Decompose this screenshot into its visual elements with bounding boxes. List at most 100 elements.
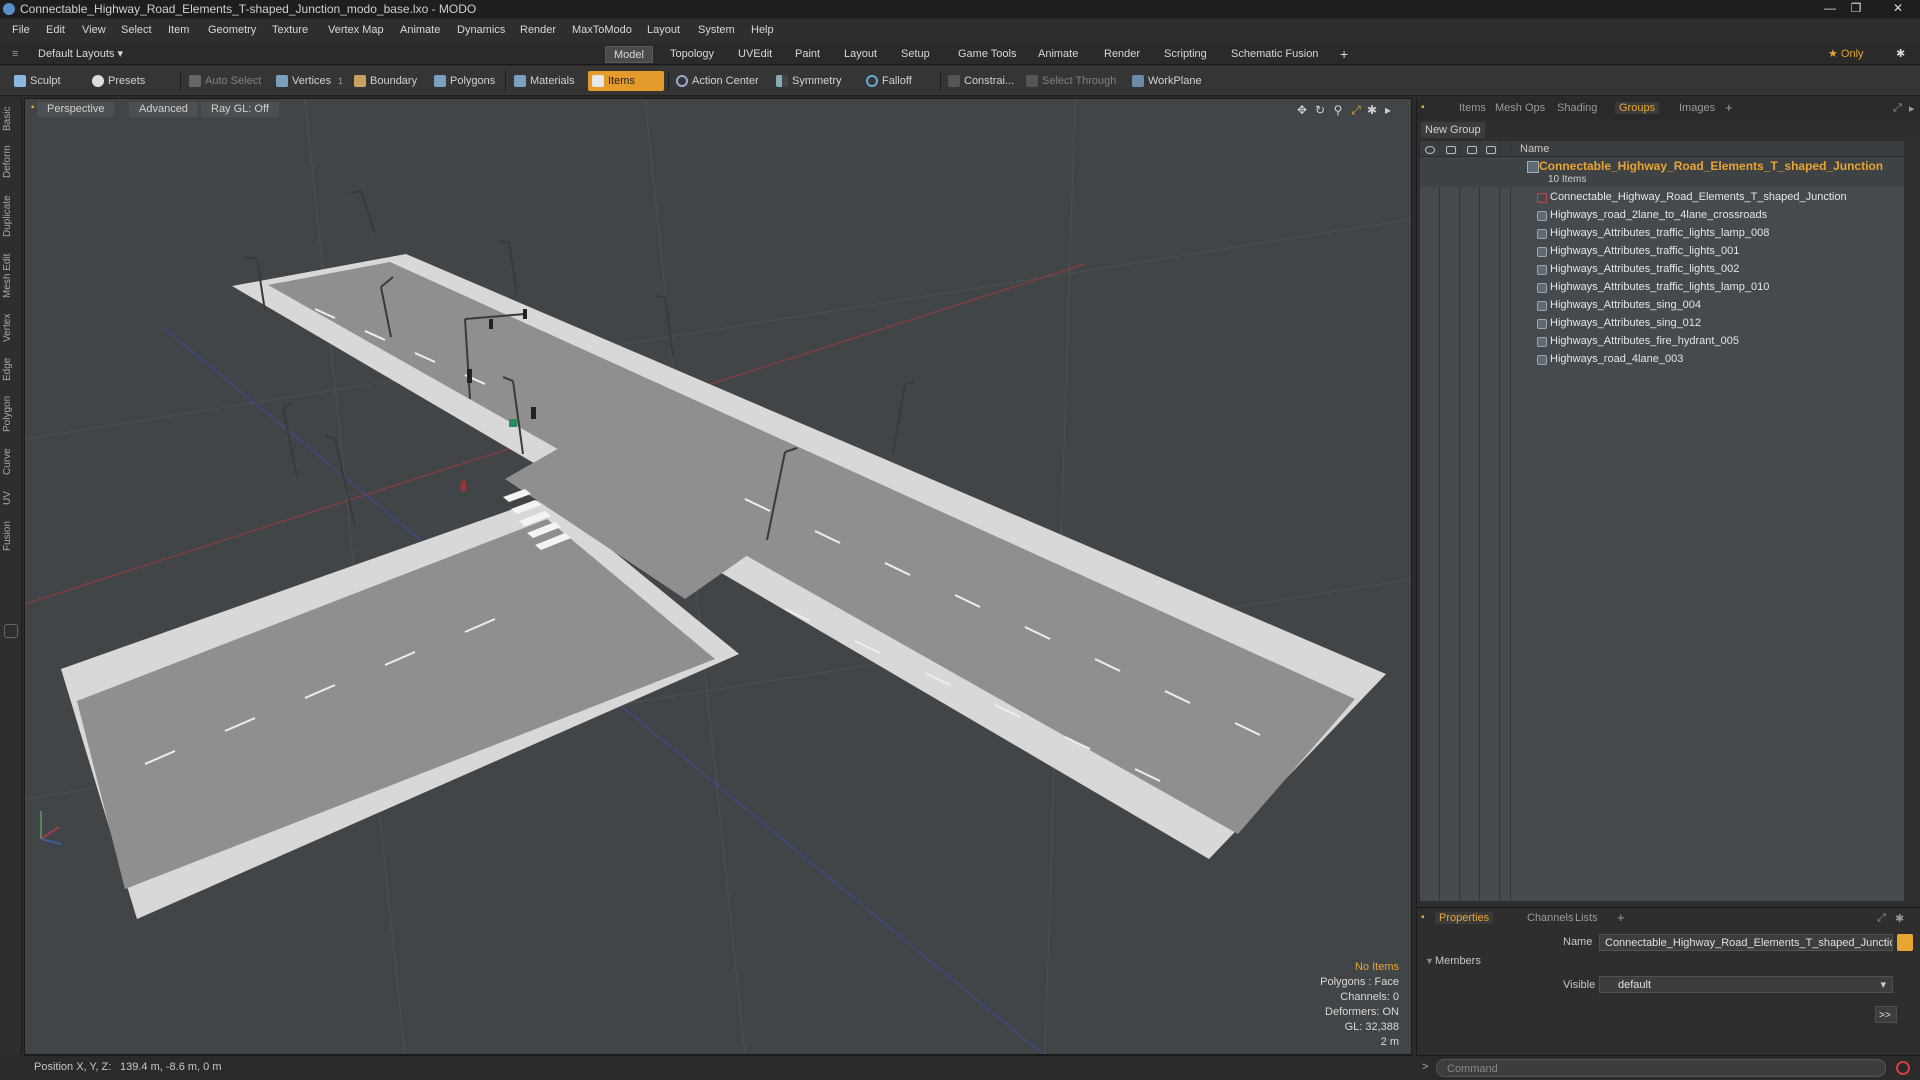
tab-basic[interactable]: Basic — [2, 104, 20, 134]
tab-channels[interactable]: Channels — [1527, 912, 1573, 924]
tab-polygon[interactable]: Polygon — [2, 392, 20, 436]
properties-menu-icon[interactable]: ▪ — [1421, 912, 1425, 923]
maximize-icon[interactable]: ❐ — [1843, 0, 1869, 18]
visibility-header-icon[interactable] — [1425, 146, 1435, 154]
tab-curve[interactable]: Curve — [2, 444, 20, 480]
raygl-dropdown[interactable]: Ray GL: Off — [201, 102, 279, 117]
shading-dropdown[interactable]: Advanced — [129, 102, 198, 117]
groups-scrollbar[interactable] — [1908, 141, 1918, 901]
properties-expand-icon[interactable]: ⤢ — [1877, 912, 1886, 925]
tab-groups[interactable]: Groups — [1615, 102, 1660, 114]
scene-canvas[interactable] — [25, 99, 1412, 1055]
menu-select[interactable]: Select — [121, 24, 152, 36]
select-header-icon[interactable] — [1486, 146, 1496, 154]
close-icon[interactable]: ✕ — [1880, 0, 1916, 18]
falloff-button[interactable]: Falloff — [862, 71, 920, 91]
viewport-gear-icon[interactable]: ✱ — [1365, 103, 1379, 117]
menu-system[interactable]: System — [698, 24, 735, 36]
viewport-expand-icon[interactable]: ▸ — [1381, 103, 1395, 117]
tab-deform[interactable]: Deform — [2, 142, 20, 182]
tab-shading[interactable]: Shading — [1557, 102, 1597, 114]
tab-render[interactable]: Render — [1096, 46, 1148, 63]
rotate-icon[interactable]: ↻ — [1313, 103, 1327, 117]
menu-view[interactable]: View — [82, 24, 106, 36]
lock-header-icon[interactable] — [1467, 146, 1477, 154]
tab-uvedit[interactable]: UVEdit — [730, 46, 780, 63]
list-item[interactable]: Highways_Attributes_sing_004 — [1420, 297, 1904, 315]
list-item[interactable]: Highways_Attributes_traffic_lights_002 — [1420, 261, 1904, 279]
menu-vertex-map[interactable]: Vertex Map — [328, 24, 384, 36]
list-item[interactable]: Highways_Attributes_traffic_lights_lamp_… — [1420, 279, 1904, 297]
menu-texture[interactable]: Texture — [272, 24, 308, 36]
items-button[interactable]: Items — [588, 71, 664, 91]
new-group-button[interactable]: New Group — [1421, 122, 1485, 138]
tab-fusion[interactable]: Fusion — [2, 516, 20, 556]
menu-geometry[interactable]: Geometry — [208, 24, 256, 36]
action-center-button[interactable]: Action Center — [672, 71, 767, 91]
panel-expand-arrow-icon[interactable]: ▸ — [1909, 102, 1915, 115]
render-header-icon[interactable] — [1446, 146, 1456, 154]
menu-file[interactable]: File — [12, 24, 30, 36]
tab-setup[interactable]: Setup — [893, 46, 938, 63]
select-through-button[interactable]: Select Through — [1022, 71, 1124, 91]
list-item[interactable]: Highways_Attributes_traffic_lights_001 — [1420, 243, 1904, 261]
tab-duplicate[interactable]: Duplicate — [2, 190, 20, 242]
3d-viewport[interactable]: ▪ Perspective Advanced Ray GL: Off ✥ ↻ ⚲… — [24, 98, 1412, 1055]
workplane-button[interactable]: WorkPlane — [1128, 71, 1210, 91]
expand-toggle-icon[interactable] — [4, 624, 18, 638]
name-options-button[interactable] — [1897, 934, 1913, 951]
tab-images[interactable]: Images — [1679, 102, 1715, 114]
properties-gear-icon[interactable]: ✱ — [1895, 912, 1904, 925]
menu-layout[interactable]: Layout — [647, 24, 680, 36]
list-item[interactable]: Connectable_Highway_Road_Elements_T_shap… — [1420, 189, 1904, 207]
symmetry-button[interactable]: Symmetry — [772, 71, 850, 91]
tab-vertex[interactable]: Vertex — [2, 310, 20, 346]
panel-expand-icon[interactable]: ⤢ — [1893, 102, 1902, 115]
tab-properties[interactable]: Properties — [1435, 912, 1494, 924]
viewport-menu-icon[interactable]: ▪ — [31, 102, 35, 113]
tab-scripting[interactable]: Scripting — [1156, 46, 1215, 63]
minimize-icon[interactable]: — — [1817, 0, 1843, 18]
pan-icon[interactable]: ✥ — [1295, 103, 1309, 117]
tab-game-tools[interactable]: Game Tools — [950, 46, 1025, 63]
zoom-icon[interactable]: ⚲ — [1331, 103, 1345, 117]
tab-layout[interactable]: Layout — [836, 46, 885, 63]
more-button[interactable]: >> — [1875, 1006, 1897, 1023]
menu-maxtomodo[interactable]: MaxToModo — [572, 24, 632, 36]
menu-help[interactable]: Help — [751, 24, 774, 36]
list-item[interactable]: Highways_Attributes_sing_012 — [1420, 315, 1904, 333]
tab-animate[interactable]: Animate — [1030, 46, 1086, 63]
settings-gear-icon[interactable]: ✱ — [1888, 46, 1913, 63]
tab-model[interactable]: Model — [605, 46, 653, 63]
tab-topology[interactable]: Topology — [662, 46, 722, 63]
tab-uv[interactable]: UV — [2, 488, 20, 508]
visible-dropdown[interactable]: default ▾ — [1599, 976, 1893, 993]
command-input[interactable]: Command — [1436, 1059, 1886, 1077]
layout-menu-icon[interactable]: ≡ — [4, 46, 26, 63]
menu-edit[interactable]: Edit — [46, 24, 65, 36]
menu-animate[interactable]: Animate — [400, 24, 440, 36]
fit-view-icon[interactable]: ⤢ — [1349, 103, 1363, 117]
members-collapse-icon[interactable]: ▼ — [1425, 956, 1434, 966]
default-layouts-dropdown[interactable]: Default Layouts ▾ — [30, 46, 131, 63]
tab-edge[interactable]: Edge — [2, 354, 20, 384]
boundary-button[interactable]: Boundary — [350, 71, 425, 91]
constrain-button[interactable]: Constrai... — [944, 71, 1022, 91]
only-toggle[interactable]: ★ Only — [1820, 46, 1872, 63]
tab-mesh-edit[interactable]: Mesh Edit — [2, 250, 20, 302]
menu-item[interactable]: Item — [168, 24, 189, 36]
sculpt-button[interactable]: Sculpt — [10, 71, 69, 91]
add-layout-icon[interactable]: + — [1332, 46, 1356, 63]
name-field[interactable]: Connectable_Highway_Road_Elements_T_shap… — [1599, 934, 1893, 951]
panel-menu-icon[interactable]: ▪ — [1421, 102, 1425, 113]
auto-select-button[interactable]: Auto Select — [185, 71, 269, 91]
group-name[interactable]: Connectable_Highway_Road_Elements_T_shap… — [1539, 159, 1883, 173]
vertices-button[interactable]: Vertices — [272, 71, 339, 91]
tab-mesh-ops[interactable]: Mesh Ops — [1495, 102, 1545, 114]
tab-items[interactable]: Items — [1459, 102, 1486, 114]
materials-button[interactable]: Materials — [510, 71, 583, 91]
tab-paint[interactable]: Paint — [787, 46, 828, 63]
menu-render[interactable]: Render — [520, 24, 556, 36]
presets-button[interactable]: Presets — [88, 71, 153, 91]
list-item[interactable]: Highways_road_2lane_to_4lane_crossroads — [1420, 207, 1904, 225]
